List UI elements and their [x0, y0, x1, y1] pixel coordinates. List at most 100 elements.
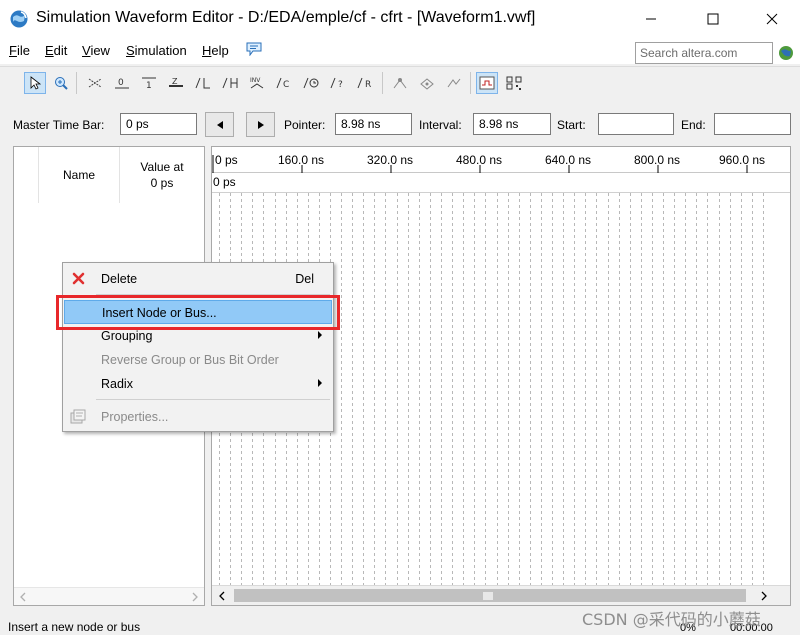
timing-view-button[interactable] — [476, 72, 498, 94]
name-column-header[interactable]: Name — [40, 168, 118, 182]
count-c-icon: C — [276, 77, 289, 90]
forcing-unknown-button[interactable] — [84, 72, 106, 94]
speech-bubble-icon[interactable] — [246, 42, 262, 56]
triangle-right-icon — [257, 120, 264, 129]
scroll-right-icon[interactable] — [760, 591, 768, 601]
node-list-header: Name Value at 0 ps — [14, 147, 204, 203]
master-time-bar-label: Master Time Bar: — [13, 118, 105, 132]
menu-help[interactable]: Help — [202, 43, 229, 58]
interval-label: Interval: — [419, 118, 462, 132]
title-bar: Simulation Waveform Editor - D:/EDA/empl… — [0, 0, 800, 38]
menu-edit-accel: E — [45, 43, 54, 58]
menu-item-label: Radix — [101, 377, 133, 391]
maximize-icon — [707, 13, 719, 25]
master-cursor-label: 0 ps — [213, 175, 236, 189]
invert-button[interactable]: INV — [246, 72, 268, 94]
forcing-high-button[interactable]: 1 — [138, 72, 160, 94]
menu-view-label: iew — [90, 43, 110, 58]
qr-grid-icon — [506, 76, 522, 90]
menu-edit[interactable]: Edit — [45, 43, 67, 58]
scroll-left-icon[interactable] — [19, 592, 27, 602]
watermark: CSDN @采代码的小蘑菇 — [582, 610, 761, 629]
globe-search-icon[interactable] — [778, 45, 794, 61]
grid-arrows-icon — [393, 78, 407, 89]
svg-text:R: R — [365, 80, 371, 90]
menu-simulation-label: imulation — [134, 43, 187, 58]
toolbar-separator — [76, 72, 77, 94]
waveform-icon — [479, 76, 495, 90]
waveform-scrollbar[interactable] — [212, 585, 790, 605]
master-time-bar-field[interactable]: 0 ps — [120, 113, 197, 135]
pointer-label: Pointer: — [284, 118, 326, 132]
grid-nodes-icon — [420, 78, 434, 90]
maximize-button[interactable] — [690, 0, 736, 38]
start-label: Start: — [557, 118, 586, 132]
svg-text:INV: INV — [250, 77, 261, 84]
high-1-icon: 1 — [142, 77, 156, 90]
menu-edit-label: dit — [53, 43, 68, 58]
arbitrary-value-button[interactable]: ? — [327, 72, 349, 94]
delete-x-icon — [72, 272, 85, 285]
menu-help-label: elp — [211, 43, 229, 58]
column-divider — [119, 147, 120, 203]
forcing-low-button[interactable]: 0 — [111, 72, 133, 94]
count-value-button[interactable]: C — [273, 72, 295, 94]
pointer-arrow-icon — [30, 76, 41, 90]
svg-text:0: 0 — [118, 78, 124, 88]
svg-text:?: ? — [338, 80, 343, 90]
clock-icon — [303, 77, 319, 89]
menu-item-shortcut: Del — [295, 272, 314, 286]
menu-view[interactable]: View — [82, 43, 110, 58]
previous-transition-button[interactable] — [205, 112, 234, 137]
end-field[interactable] — [714, 113, 791, 135]
menu-file-accel: F — [9, 43, 17, 58]
pointer-field[interactable]: 8.98 ns — [335, 113, 412, 135]
next-transition-button[interactable] — [246, 112, 275, 137]
snap-to-grid-button[interactable] — [389, 72, 411, 94]
menu-simulation[interactable]: Simulation — [126, 43, 187, 58]
scroll-right-icon[interactable] — [191, 592, 199, 602]
time-ruler: 0 ps 160.0 ns 320.0 ns 480.0 ns 640.0 ns… — [212, 147, 790, 173]
selection-tool-button[interactable] — [24, 72, 46, 94]
minimize-button[interactable] — [628, 0, 674, 38]
weak-low-button[interactable] — [192, 72, 214, 94]
random-value-button[interactable]: R — [354, 72, 376, 94]
menu-item-radix[interactable]: Radix — [64, 372, 332, 396]
scroll-left-icon[interactable] — [218, 591, 226, 601]
context-menu: Delete Del Insert Node or Bus... Groupin… — [62, 262, 334, 432]
invert-inv-icon: INV — [250, 77, 264, 89]
run-simulation-button[interactable] — [443, 72, 465, 94]
menu-file[interactable]: File — [9, 43, 30, 58]
toolbar-separator — [470, 72, 471, 94]
overwrite-clock-button[interactable] — [300, 72, 322, 94]
menu-file-label: ile — [16, 43, 30, 58]
zoom-icon — [55, 77, 68, 90]
submenu-arrow-icon — [318, 379, 322, 387]
menu-simulation-accel: S — [126, 43, 135, 58]
menu-item-reverse-group-bit-order: Reverse Group or Bus Bit Order — [64, 348, 332, 372]
close-icon — [766, 13, 778, 25]
search-input[interactable]: Search altera.com — [635, 42, 773, 64]
app-globe-icon — [10, 10, 28, 28]
status-message: Insert a new node or bus — [8, 620, 141, 634]
value-column-header-line1[interactable]: Value at — [120, 160, 204, 174]
menu-item-label: Grouping — [101, 329, 153, 343]
menu-item-properties: Properties... — [64, 405, 332, 429]
toolbar-separator — [382, 72, 383, 94]
cursor-ruler: 0 ps — [212, 173, 790, 193]
zoom-tool-button[interactable] — [50, 72, 72, 94]
interval-field[interactable]: 8.98 ns — [473, 113, 551, 135]
node-list-scrollbar[interactable] — [14, 587, 204, 605]
show-grid-button[interactable] — [416, 72, 438, 94]
node-finder-button[interactable] — [503, 72, 525, 94]
weak-high-button[interactable] — [219, 72, 241, 94]
arbitrary-question-icon: ? — [330, 77, 343, 90]
close-button[interactable] — [749, 0, 795, 38]
high-impedance-z-icon: Z — [169, 77, 183, 87]
menu-item-delete[interactable]: Delete Del — [64, 267, 332, 291]
weak-high-icon — [222, 77, 238, 89]
start-field[interactable] — [598, 113, 674, 135]
minimize-icon — [646, 18, 656, 20]
high-impedance-button[interactable]: Z — [165, 72, 187, 94]
svg-text:C: C — [283, 80, 289, 90]
